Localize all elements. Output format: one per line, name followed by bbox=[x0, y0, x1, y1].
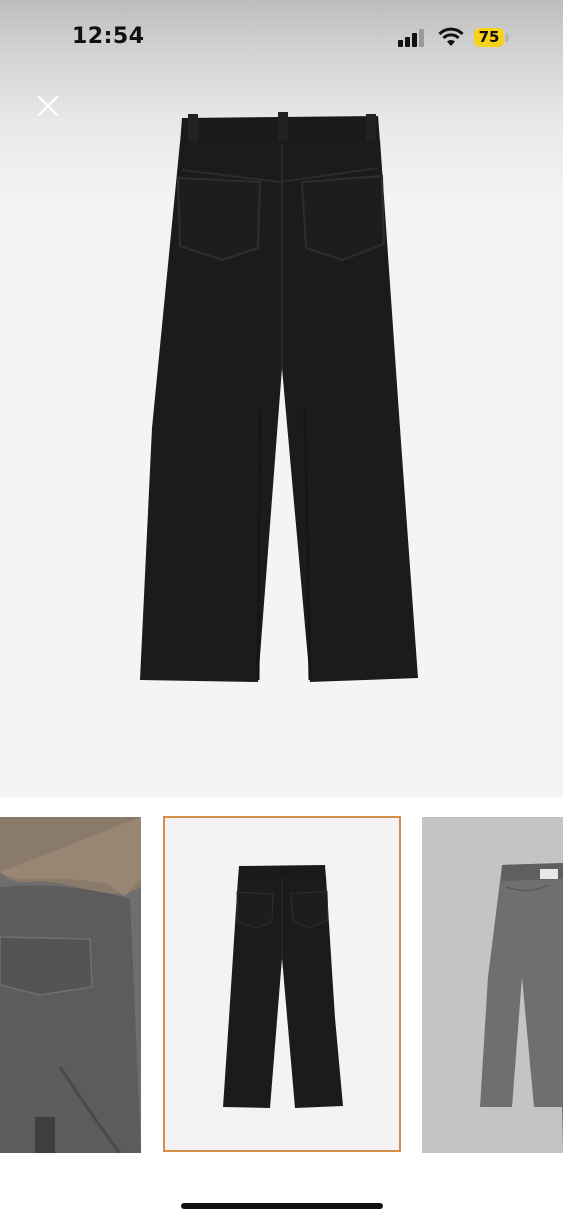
status-bar: 12:54 75 bbox=[0, 0, 563, 78]
black-jeans-back-image bbox=[140, 112, 418, 682]
battery-level: 75 bbox=[478, 28, 500, 46]
thumbnail-grey-jeans[interactable] bbox=[422, 817, 563, 1153]
grey-jeans-image bbox=[422, 817, 563, 1153]
close-button[interactable] bbox=[30, 88, 66, 124]
status-time: 12:54 bbox=[72, 24, 145, 49]
black-jeans-thumbnail-image bbox=[223, 865, 343, 1108]
cellular-signal-icon bbox=[398, 29, 424, 47]
model-jeans-image bbox=[0, 817, 141, 1153]
thumbnail-black-jeans[interactable] bbox=[163, 816, 401, 1152]
battery-cap bbox=[505, 33, 509, 42]
wifi-icon bbox=[438, 27, 464, 46]
home-indicator bbox=[181, 1203, 383, 1209]
battery-icon: 75 bbox=[474, 28, 504, 47]
main-product-image[interactable] bbox=[0, 0, 563, 797]
thumbnail-strip bbox=[0, 797, 563, 1177]
thumbnail-model-back[interactable] bbox=[0, 817, 141, 1153]
close-icon bbox=[37, 95, 59, 117]
